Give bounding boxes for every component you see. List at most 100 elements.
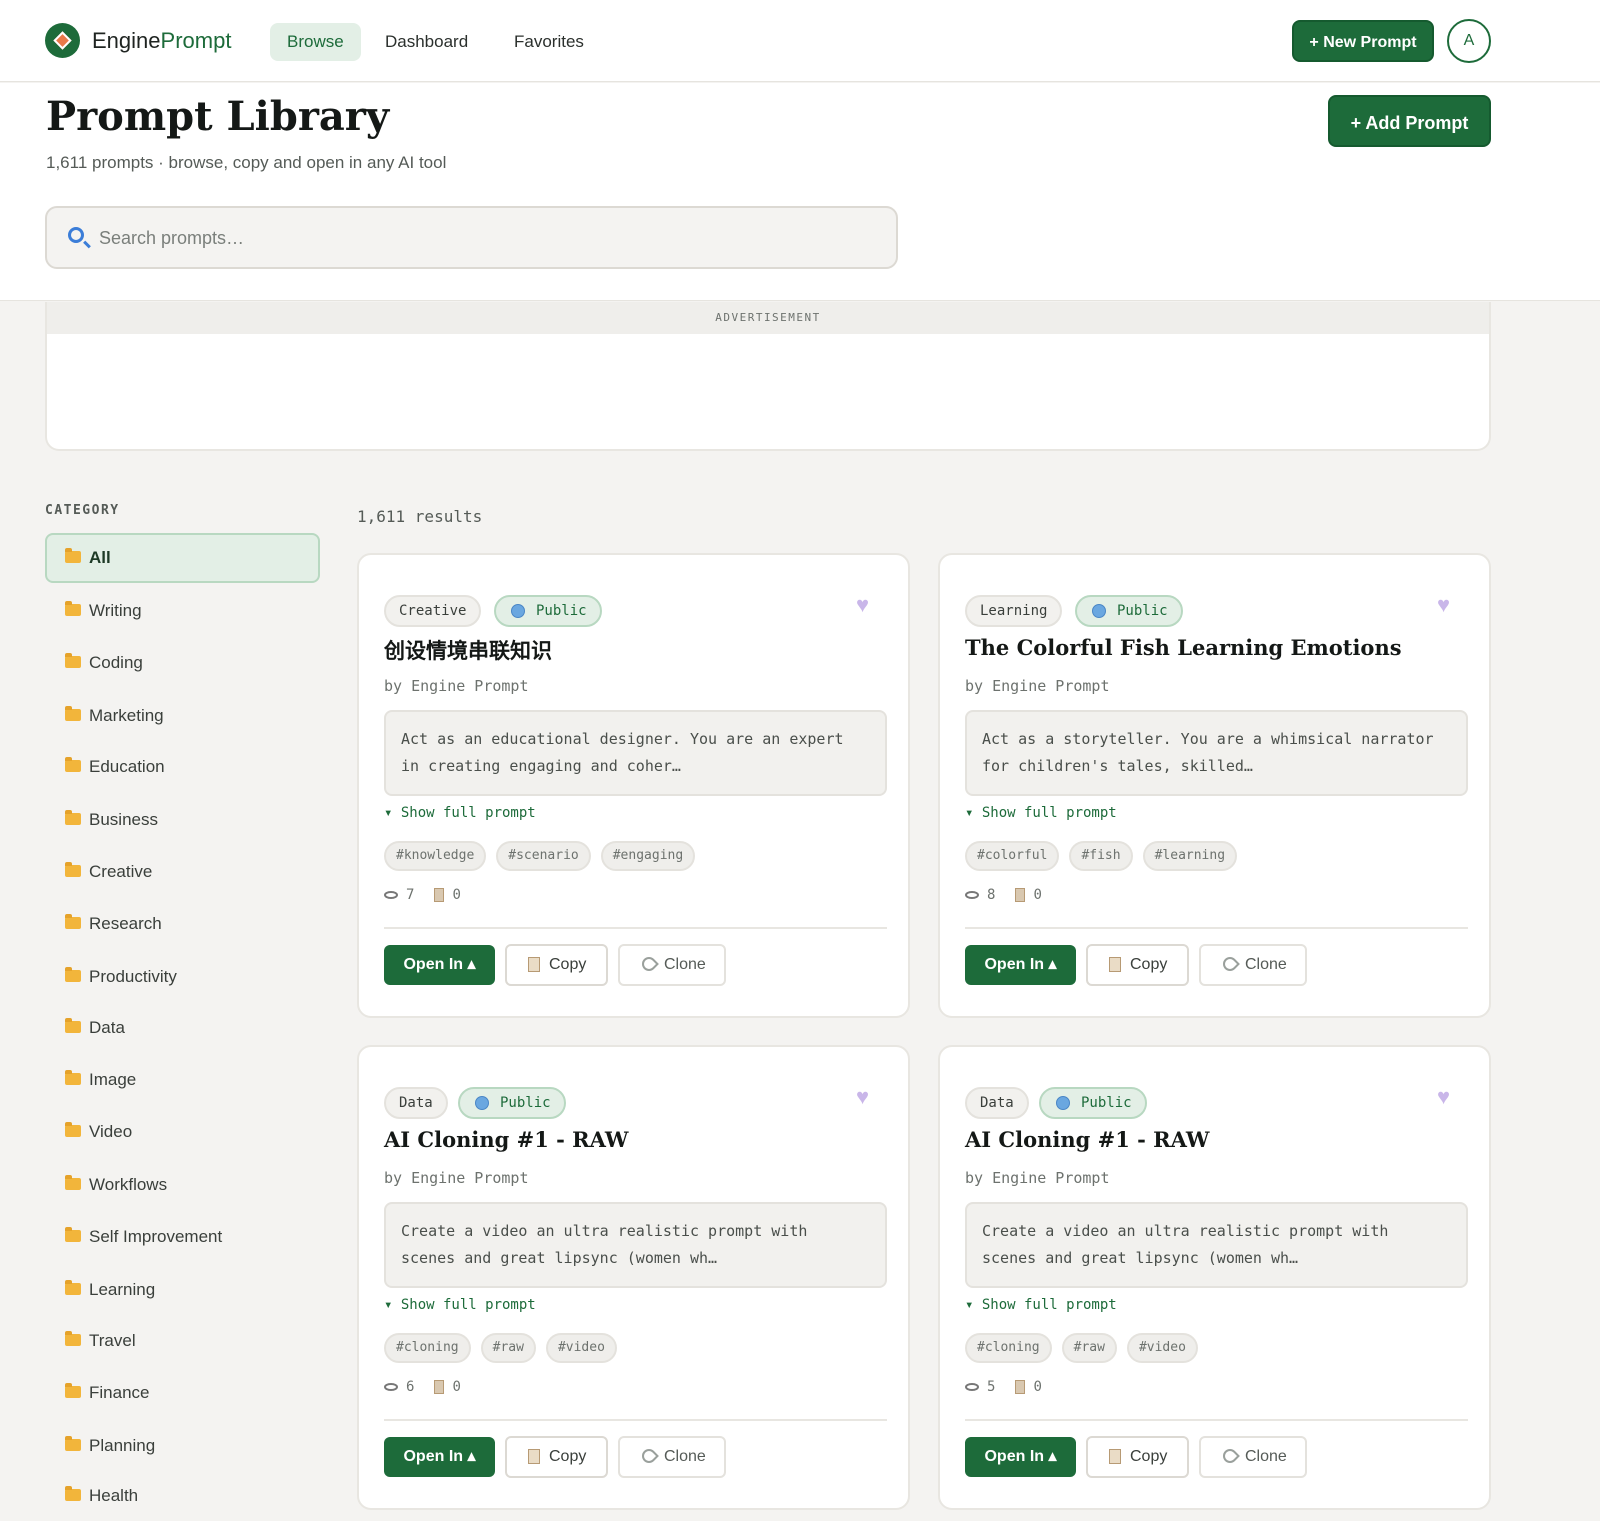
tag[interactable]: #video (545, 1333, 617, 1363)
category-item-creative[interactable]: Creative (45, 847, 320, 897)
clone-button[interactable]: Clone (618, 944, 726, 986)
advertisement-banner[interactable]: ADVERTISEMENT (45, 302, 1491, 451)
category-badge: Data (965, 1087, 1029, 1119)
tag[interactable]: #fish (1069, 841, 1133, 871)
nav-dashboard[interactable]: Dashboard (368, 23, 485, 61)
tag[interactable]: #raw (1061, 1333, 1117, 1363)
tag[interactable]: #video (1126, 1333, 1198, 1363)
category-item-research[interactable]: Research (45, 899, 320, 949)
category-badge: Creative (384, 595, 482, 627)
brand-name[interactable]: EnginePrompt (92, 28, 231, 54)
show-full-prompt-link[interactable]: ▾ Show full prompt (384, 805, 536, 821)
copy-button[interactable]: Copy (1086, 944, 1189, 986)
tag[interactable]: #scenario (496, 841, 591, 871)
category-item-writing[interactable]: Writing (45, 586, 320, 636)
show-full-prompt-link[interactable]: ▾ Show full prompt (384, 1297, 536, 1313)
open-in-button[interactable]: Open In ▴ (384, 945, 495, 985)
category-label: Travel (89, 1331, 136, 1350)
copy-button[interactable]: Copy (1086, 1436, 1189, 1478)
add-prompt-button[interactable]: + Add Prompt (1328, 95, 1491, 147)
category-item-health[interactable]: Health (45, 1471, 320, 1521)
prompt-stats: 5 0 (965, 1379, 1042, 1395)
heart-icon[interactable]: ♥ (1437, 594, 1459, 616)
globe-icon (1092, 604, 1106, 618)
page-subtitle: 1,611 prompts · browse, copy and open in… (46, 153, 447, 172)
heart-icon[interactable]: ♥ (856, 1086, 878, 1108)
category-item-image[interactable]: Image (45, 1055, 320, 1105)
category-item-video[interactable]: Video (45, 1107, 320, 1157)
folder-icon (65, 548, 81, 563)
category-item-coding[interactable]: Coding (45, 638, 320, 688)
prompt-title[interactable]: The Colorful Fish Learning Emotions (965, 635, 1402, 660)
category-item-learning[interactable]: Learning (45, 1265, 320, 1315)
copy-label: Copy (549, 956, 587, 973)
folder-icon (65, 1331, 81, 1346)
category-label: Health (89, 1486, 139, 1505)
heart-icon[interactable]: ♥ (856, 594, 878, 616)
open-in-button[interactable]: Open In ▴ (965, 945, 1076, 985)
category-item-planning[interactable]: Planning (45, 1421, 320, 1471)
logo-icon[interactable] (45, 23, 80, 58)
tag[interactable]: #cloning (965, 1333, 1052, 1363)
category-heading: CATEGORY (45, 503, 120, 518)
prompt-card: Data Public ♥ AI Cloning #1 - RAW by Eng… (938, 1045, 1491, 1510)
show-full-prompt-link[interactable]: ▾ Show full prompt (965, 805, 1117, 821)
heart-icon[interactable]: ♥ (1437, 1086, 1459, 1108)
category-label: Marketing (89, 706, 164, 725)
tag[interactable]: #knowledge (384, 841, 487, 871)
open-in-button[interactable]: Open In ▴ (965, 1437, 1076, 1477)
folder-icon (65, 1175, 81, 1190)
visibility-badge: Public (494, 595, 602, 627)
category-item-marketing[interactable]: Marketing (45, 691, 320, 741)
tag[interactable]: #learning (1142, 841, 1238, 871)
copy-count: 0 (1033, 887, 1042, 903)
category-item-productivity[interactable]: Productivity (45, 952, 320, 1002)
tag[interactable]: #colorful (965, 841, 1060, 871)
category-item-finance[interactable]: Finance (45, 1368, 320, 1418)
clone-label: Clone (664, 956, 706, 973)
tag[interactable]: #cloning (384, 1333, 471, 1363)
category-label: Research (89, 914, 162, 933)
clone-button[interactable]: Clone (1199, 944, 1307, 986)
search-input[interactable] (99, 220, 879, 256)
category-item-travel[interactable]: Travel (45, 1316, 320, 1366)
prompt-title[interactable]: AI Cloning #1 - RAW (384, 1127, 628, 1152)
category-item-workflows[interactable]: Workflows (45, 1160, 320, 1210)
prompt-title[interactable]: 创设情境串联知识 (384, 635, 552, 665)
clone-button[interactable]: Clone (1199, 1436, 1307, 1478)
prompt-stats: 6 0 (384, 1379, 461, 1395)
copy-button[interactable]: Copy (505, 1436, 608, 1478)
clone-button[interactable]: Clone (618, 1436, 726, 1478)
category-badge: Learning (965, 595, 1063, 627)
nav-browse[interactable]: Browse (270, 23, 361, 61)
globe-icon (1056, 1096, 1070, 1110)
category-item-all[interactable]: All (45, 533, 320, 583)
new-prompt-button[interactable]: + New Prompt (1292, 20, 1434, 62)
category-label: Data (89, 1018, 125, 1037)
prompt-card: Learning Public ♥ The Colorful Fish Lear… (938, 553, 1491, 1018)
avatar[interactable]: A (1447, 19, 1491, 63)
clone-label: Clone (664, 1448, 706, 1465)
divider (384, 1419, 887, 1421)
globe-icon (475, 1096, 489, 1110)
open-in-button[interactable]: Open In ▴ (384, 1437, 495, 1477)
tag[interactable]: #engaging (600, 841, 696, 871)
copy-button[interactable]: Copy (505, 944, 608, 986)
tag-list: #cloning #raw #video (965, 1333, 1198, 1363)
nav-favorites[interactable]: Favorites (497, 23, 601, 61)
category-label: Writing (89, 601, 142, 620)
category-item-education[interactable]: Education (45, 742, 320, 792)
copy-label: Copy (549, 1448, 587, 1465)
prompt-excerpt: Create a video an ultra realistic prompt… (965, 1202, 1468, 1288)
tag[interactable]: #raw (480, 1333, 536, 1363)
clone-label: Clone (1245, 956, 1287, 973)
view-count: 7 (406, 887, 415, 903)
category-item-self-improvement[interactable]: Self Improvement (45, 1212, 320, 1262)
prompt-title[interactable]: AI Cloning #1 - RAW (965, 1127, 1209, 1152)
copy-count: 0 (452, 1379, 461, 1395)
category-item-business[interactable]: Business (45, 795, 320, 845)
category-item-data[interactable]: Data (45, 1003, 320, 1053)
eye-icon (965, 891, 979, 899)
show-full-prompt-link[interactable]: ▾ Show full prompt (965, 1297, 1117, 1313)
search-box[interactable] (45, 206, 898, 269)
